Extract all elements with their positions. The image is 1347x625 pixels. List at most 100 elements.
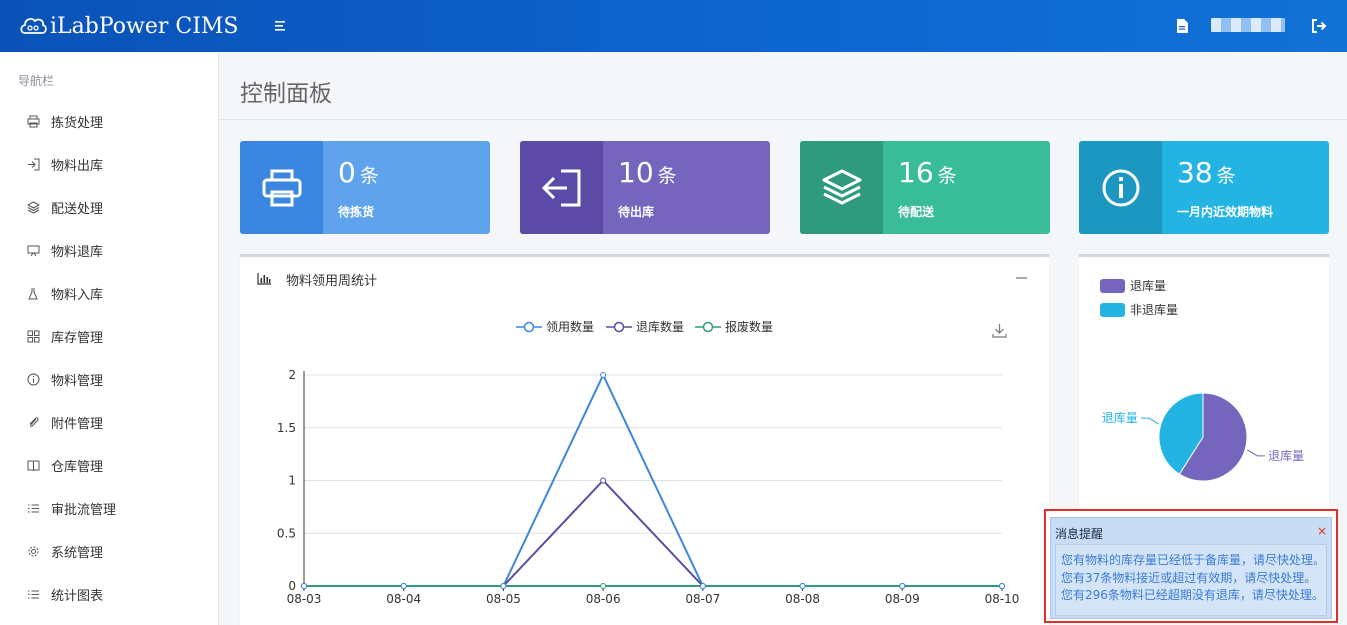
sidebar-item-delivery[interactable]: 配送处理 <box>0 186 219 229</box>
list-icon <box>26 502 40 516</box>
card-label: 待拣货 <box>338 205 375 219</box>
line-chart: 0 0.5 1 1.5 2 08-03 08-04 08-05 08-06 08-07 08-08 0… <box>277 368 1020 606</box>
monitor-icon <box>26 244 40 258</box>
menu-toggle-icon[interactable] <box>272 18 290 34</box>
document-icon[interactable] <box>1176 19 1188 33</box>
data-point <box>999 583 1005 589</box>
data-point <box>600 583 607 589</box>
y-tick-label: 1.5 <box>277 421 296 435</box>
pie-chart: 退库量退库量 <box>1102 392 1304 482</box>
user-name-blurred[interactable] <box>1211 18 1285 32</box>
data-point <box>600 477 607 484</box>
sidebar-item-label: 拣货处理 <box>51 116 104 131</box>
sidebar-item-label: 附件管理 <box>51 417 104 432</box>
sidebar-item-warehouse[interactable]: 仓库管理 <box>0 444 219 487</box>
logout-icon[interactable] <box>1311 18 1327 34</box>
return-ratio-panel: 退库量 非退库量 退库量 退库量 <box>1079 254 1329 514</box>
sidebar-item-label: 审批流管理 <box>51 503 117 518</box>
sidebar-item-picking[interactable]: 拣货处理 <box>0 100 219 143</box>
layers-icon <box>26 201 40 215</box>
data-point <box>301 583 307 589</box>
stat-card-delivery[interactable]: 16 条 待配送 <box>800 141 1050 234</box>
card-count: 0条 <box>338 156 379 189</box>
card-label: 一月内近效期物料 <box>1177 205 1274 219</box>
sidebar-item-label: 物料退库 <box>51 245 104 260</box>
card-label: 待出库 <box>618 205 655 219</box>
sidebar-item-materials[interactable]: 物料管理 <box>0 358 219 401</box>
cloud-logo-icon <box>20 18 47 34</box>
info-icon <box>1102 169 1139 206</box>
x-tick-label: 08-10 <box>985 592 1020 606</box>
sidebar-item-outbound[interactable]: 物料出库 <box>0 143 219 186</box>
sign-out-icon <box>26 158 40 172</box>
sidebar-item-label: 物料入库 <box>51 288 104 303</box>
paperclip-icon <box>26 416 40 430</box>
top-bar: iLabPower CIMS <box>0 0 1347 52</box>
stat-card-picking[interactable]: 0条 待拣货 <box>240 141 490 234</box>
pie-label-leader <box>1246 449 1266 457</box>
stat-card-expiring[interactable]: 38 条 一月内近效期物料 <box>1079 141 1329 234</box>
notification-popup: 消息提醒 × 您有物料的库存量已经低于备库量，请尽快处理。 您有37条物料接近或… <box>1044 509 1338 623</box>
printer-icon <box>262 169 301 206</box>
card-icon-area <box>1079 141 1162 234</box>
data-point <box>699 583 706 589</box>
layers-icon <box>822 169 861 204</box>
flask-icon <box>26 287 40 301</box>
pie-label-leader <box>1140 417 1160 425</box>
notification-line[interactable]: 您有296条物料已经超期没有退库，请尽快处理。 <box>1061 587 1326 605</box>
data-point <box>600 372 607 378</box>
sidebar-item-system[interactable]: 系统管理 <box>0 530 219 573</box>
y-tick-label: 0.5 <box>277 526 296 540</box>
sidebar-item-label: 物料管理 <box>51 374 104 389</box>
sidebar-item-label: 系统管理 <box>51 546 104 561</box>
x-tick-label: 08-06 <box>586 592 621 606</box>
y-tick-label: 1 <box>288 474 296 488</box>
stat-card-outbound[interactable]: 10 条 待出库 <box>520 141 770 234</box>
data-point <box>400 583 407 589</box>
data-point <box>500 583 507 589</box>
sidebar-item-approval[interactable]: 审批流管理 <box>0 487 219 530</box>
card-icon-area <box>800 141 883 234</box>
weekly-usage-panel: 物料领用周统计 领用数量 退库数量 报废数量 0 0.5 1 1.5 2 08-03 08-… <box>240 254 1049 625</box>
y-tick-label: 0 <box>288 579 296 593</box>
card-label: 待配送 <box>898 205 935 219</box>
notification-line[interactable]: 您有物料的库存量已经低于备库量，请尽快处理。 <box>1061 552 1326 570</box>
card-icon-area <box>520 141 603 234</box>
card-count: 10 条 <box>618 156 677 189</box>
sidebar-item-label: 物料出库 <box>51 159 104 174</box>
info-icon <box>26 373 40 387</box>
sidebar-item-label: 库存管理 <box>51 331 104 346</box>
grid-icon <box>26 330 40 344</box>
list-icon <box>26 588 40 602</box>
printer-icon <box>26 115 40 129</box>
close-icon[interactable]: × <box>1317 524 1327 538</box>
page-header: 控制面板 <box>220 52 1347 120</box>
card-count: 38 条 <box>1177 156 1236 189</box>
data-point <box>799 583 806 589</box>
x-tick-label: 08-07 <box>685 592 720 606</box>
notification-window: 消息提醒 × 您有物料的库存量已经低于备库量，请尽快处理。 您有37条物料接近或… <box>1050 517 1332 619</box>
x-tick-label: 08-09 <box>885 592 920 606</box>
gear-icon <box>26 545 40 559</box>
notification-body: 您有物料的库存量已经低于备库量，请尽快处理。 您有37条物料接近或超过有效期，请… <box>1055 544 1327 616</box>
sidebar-item-attachments[interactable]: 附件管理 <box>0 401 219 444</box>
app-logo-text: iLabPower CIMS <box>50 13 239 39</box>
pie-label: 退库量 <box>1268 448 1304 463</box>
x-tick-label: 08-05 <box>486 592 521 606</box>
y-tick-label: 2 <box>288 368 296 382</box>
x-tick-label: 08-08 <box>785 592 820 606</box>
book-icon <box>26 459 40 473</box>
notification-line[interactable]: 您有37条物料接近或超过有效期，请尽快处理。 <box>1061 570 1326 588</box>
sidebar-item-inventory[interactable]: 库存管理 <box>0 315 219 358</box>
page-title: 控制面板 <box>240 81 332 107</box>
data-point <box>899 583 906 589</box>
sidebar: 导航栏 拣货处理 物料出库 配送处理 物料退库 物料入库 库存管理 物料管理 附… <box>0 52 219 625</box>
card-count: 16 条 <box>898 156 957 189</box>
app-logo[interactable]: iLabPower CIMS <box>18 10 238 42</box>
card-icon-area <box>240 141 323 234</box>
sidebar-item-inbound[interactable]: 物料入库 <box>0 272 219 315</box>
sidebar-item-return[interactable]: 物料退库 <box>0 229 219 272</box>
x-tick-label: 08-04 <box>386 592 421 606</box>
sidebar-item-statistics[interactable]: 统计图表 <box>0 573 219 616</box>
sidebar-title: 导航栏 <box>18 74 55 88</box>
